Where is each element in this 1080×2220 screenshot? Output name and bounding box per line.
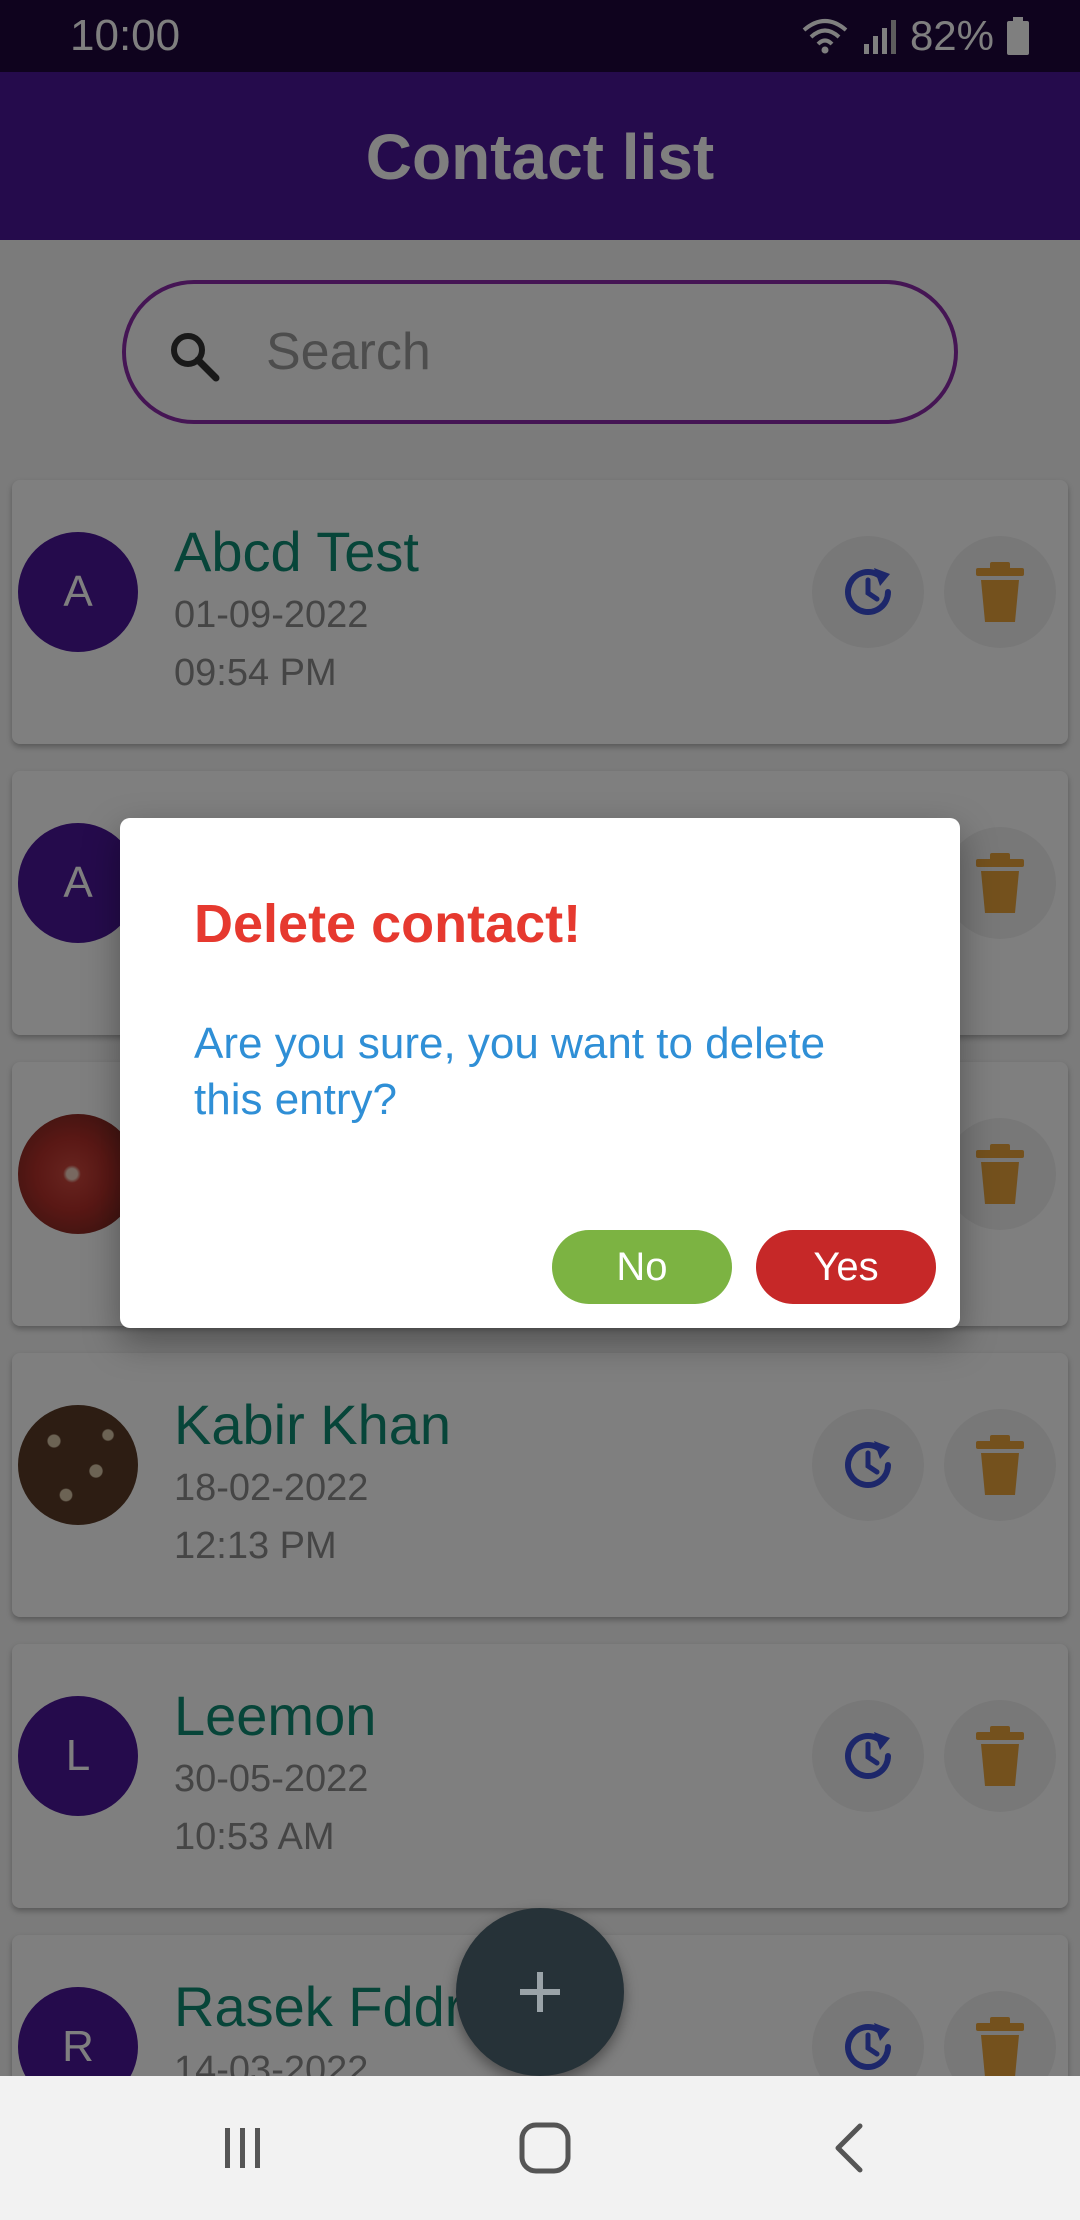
dialog-title: Delete contact! <box>194 894 582 954</box>
dialog-message: Are you sure, you want to delete this en… <box>194 1019 826 1124</box>
recents-icon <box>225 2128 260 2168</box>
back-button[interactable] <box>808 2112 888 2184</box>
recents-button[interactable] <box>203 2112 283 2184</box>
back-icon <box>835 2123 863 2173</box>
home-icon <box>519 2122 571 2174</box>
system-nav-bar <box>0 2076 1080 2220</box>
plus-icon <box>520 1972 560 2012</box>
delete-dialog: Delete contact! Are you sure, you want t… <box>120 818 960 1328</box>
add-contact-button[interactable] <box>456 1908 624 2076</box>
no-button[interactable]: No <box>552 1230 732 1304</box>
home-button[interactable] <box>505 2112 585 2184</box>
yes-button[interactable]: Yes <box>756 1230 936 1304</box>
